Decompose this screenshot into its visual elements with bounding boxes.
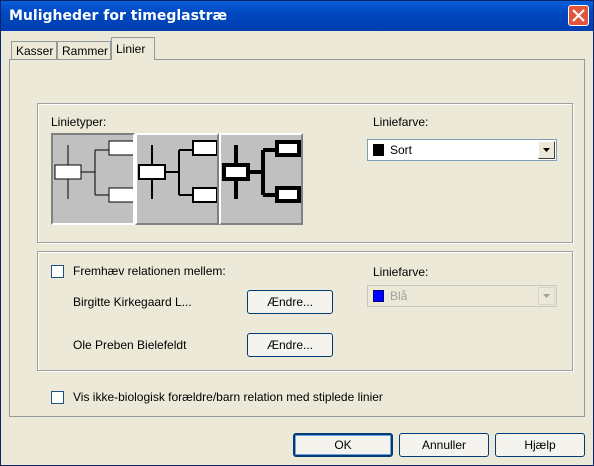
tab-label: Kasser	[16, 44, 54, 58]
line-color-select[interactable]: Sort	[367, 139, 557, 161]
chevron-down-icon	[543, 294, 550, 298]
dropdown-arrow-button[interactable]	[538, 141, 555, 159]
thick-line-style-icon	[222, 140, 301, 203]
blue-swatch-icon	[373, 290, 384, 302]
tab-rammer[interactable]: Rammer	[57, 41, 111, 59]
highlight-color-select[interactable]: Blå	[367, 285, 557, 307]
line-color-value: Sort	[390, 143, 413, 157]
thin-line-style-icon	[54, 140, 133, 203]
line-color-label: Liniefarve:	[373, 115, 429, 129]
window-title: Muligheder for timeglastræ	[9, 8, 228, 24]
tab-label: Linier	[116, 42, 146, 56]
medium-line-style-icon	[138, 140, 217, 203]
person2-name: Ole Preben Bielefeldt	[73, 338, 187, 352]
black-swatch-icon	[373, 144, 384, 156]
line-types-label: Linietyper:	[51, 115, 107, 129]
highlight-relation-checkbox[interactable]	[51, 265, 64, 278]
person1-name: Birgitte Kirkegaard L...	[73, 295, 192, 309]
change-person2-button[interactable]: Ændre...	[247, 333, 333, 357]
title-bar[interactable]: Muligheder for timeglastræ	[1, 1, 593, 31]
close-icon	[572, 9, 585, 22]
dialog-window: Muligheder for timeglastræ Kasser Rammer…	[0, 0, 594, 466]
tab-label: Rammer	[62, 44, 109, 58]
nonbio-relation-label: Vis ikke-biologisk forældre/barn relatio…	[73, 390, 383, 404]
chevron-down-icon	[543, 148, 550, 152]
highlight-relation-label: Fremhæv relationen mellem:	[73, 264, 226, 278]
line-style-thick-option[interactable]	[219, 133, 303, 225]
help-button[interactable]: Hjælp	[495, 433, 585, 457]
highlight-color-label: Liniefarve:	[373, 265, 429, 279]
ok-button[interactable]: OK	[293, 433, 393, 457]
change-person1-button[interactable]: Ændre...	[247, 290, 333, 314]
line-style-medium-option[interactable]	[135, 133, 219, 225]
tab-kasser[interactable]: Kasser	[11, 41, 57, 59]
tab-linier[interactable]: Linier	[111, 37, 155, 60]
close-button[interactable]	[568, 5, 589, 26]
line-style-thin-option[interactable]	[51, 133, 135, 225]
highlight-color-value: Blå	[390, 289, 408, 303]
dropdown-arrow-button[interactable]	[538, 287, 555, 305]
cancel-button[interactable]: Annuller	[399, 433, 489, 457]
nonbio-relation-checkbox[interactable]	[51, 391, 64, 404]
